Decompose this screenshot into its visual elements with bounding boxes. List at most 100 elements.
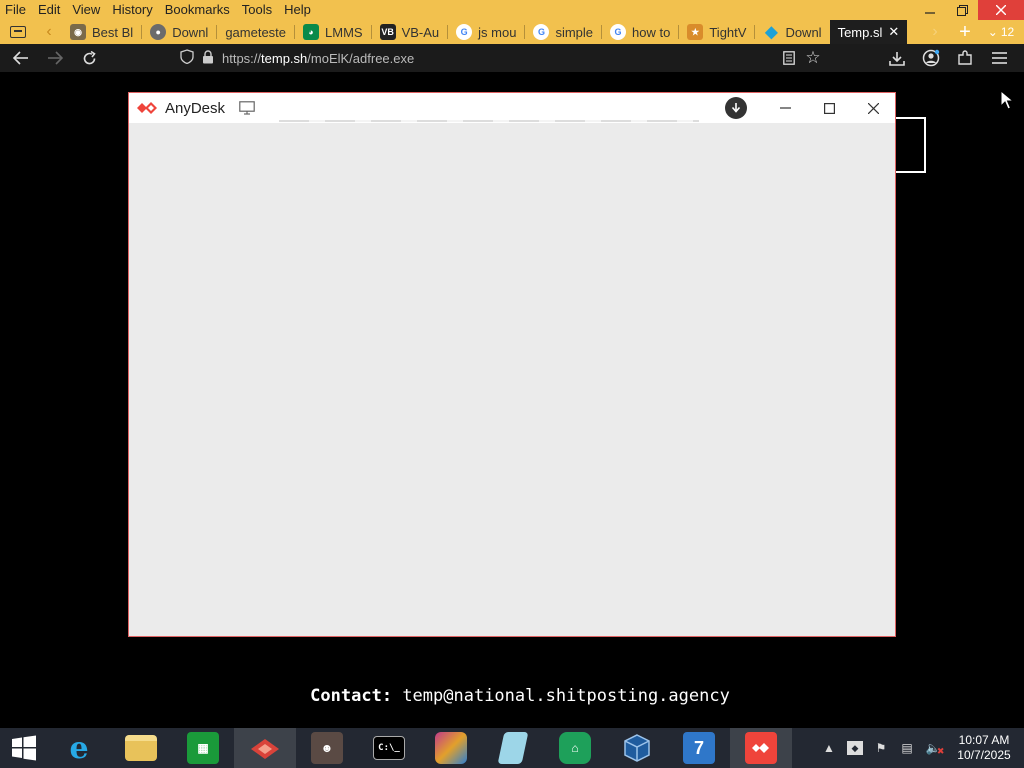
tab-list-button[interactable]: [0, 20, 36, 44]
menu-edit[interactable]: Edit: [32, 0, 66, 20]
tab-count: 12: [1000, 25, 1015, 39]
reload-button[interactable]: [72, 44, 106, 72]
menu-tools[interactable]: Tools: [236, 0, 278, 20]
menu-file[interactable]: File: [0, 0, 32, 20]
tab-item[interactable]: G js mou: [448, 20, 524, 44]
media-icon: ◉: [70, 24, 86, 40]
tab-item[interactable]: ◉ Best Bl: [62, 20, 141, 44]
restore-icon: [956, 4, 968, 16]
restore-button[interactable]: [946, 0, 978, 20]
back-button[interactable]: [4, 44, 38, 72]
lock-icon[interactable]: [202, 49, 214, 67]
tray-flag-button[interactable]: ⚑: [868, 728, 894, 768]
tab-scroll-right-button[interactable]: ›: [922, 20, 948, 44]
anydesk-tray-icon: ◆: [847, 741, 863, 755]
arrow-right-icon: [48, 51, 63, 65]
menu-history[interactable]: History: [106, 0, 158, 20]
taskbar-cmd[interactable]: C:\_: [358, 728, 420, 768]
tab-bar: ‹ ◉ Best Bl ● Downl gameteste ◕ LMMS VB …: [0, 20, 1024, 44]
extensions-button[interactable]: [948, 44, 982, 72]
chevron-left-icon: ‹: [46, 23, 52, 40]
tab-item[interactable]: G how to: [602, 20, 678, 44]
anydesk-minimize-button[interactable]: [763, 93, 807, 123]
taskbar-red-app[interactable]: [234, 728, 296, 768]
tray-network-button[interactable]: ▤: [894, 728, 920, 768]
taskbar-anydesk[interactable]: [730, 728, 792, 768]
close-icon[interactable]: ✕: [888, 24, 899, 40]
arrow-down-icon: [731, 102, 741, 113]
tab-item[interactable]: ◕ LMMS: [295, 20, 371, 44]
bookmark-star-button[interactable]: ☆: [796, 44, 830, 72]
taskbar-virtualbox[interactable]: [606, 728, 668, 768]
downloads-button[interactable]: [880, 44, 914, 72]
tray-volume-button[interactable]: 🔈 ✖: [920, 728, 946, 768]
anydesk-download-button[interactable]: [725, 97, 747, 119]
account-button[interactable]: [914, 44, 948, 72]
flag-icon: ⚑: [875, 741, 887, 755]
tab-label: simple: [555, 24, 594, 40]
all-tabs-button[interactable]: ⌄ 12: [978, 20, 1024, 44]
contact-label: Contact:: [310, 686, 393, 706]
shield-icon[interactable]: [180, 49, 194, 67]
url-bar[interactable]: https://temp.sh/moElK/adfree.exe: [180, 44, 820, 72]
taskbar-file-explorer[interactable]: [110, 728, 172, 768]
anydesk-loading-bar: [279, 120, 699, 122]
forward-button[interactable]: [38, 44, 72, 72]
taskbar-sheep[interactable]: ⌂: [544, 728, 606, 768]
anydesk-title: AnyDesk: [165, 99, 226, 117]
app-menu-button[interactable]: [982, 44, 1016, 72]
monitor-icon[interactable]: [239, 101, 255, 115]
tab-item[interactable]: VB VB-Au: [372, 20, 448, 44]
contact-email[interactable]: temp@national.shitposting.agency: [402, 686, 730, 706]
tightvnc-icon: ★: [687, 24, 704, 40]
taskbar-person-app[interactable]: ☻: [296, 728, 358, 768]
headphones-icon: ◕: [303, 24, 320, 40]
anydesk-maximize-button[interactable]: [807, 93, 851, 123]
tab-item[interactable]: ● Downl: [142, 20, 216, 44]
taskbar-winrar[interactable]: [420, 728, 482, 768]
anydesk-window[interactable]: AnyDesk: [128, 92, 896, 637]
tab-scroll-left-button[interactable]: ‹: [36, 20, 62, 44]
tray-anydesk-button[interactable]: ◆: [842, 728, 868, 768]
tab-list-icon: [10, 26, 26, 38]
internet-explorer-icon: e: [69, 730, 89, 766]
tab-label: Best Bl: [92, 24, 134, 40]
close-window-button[interactable]: [978, 0, 1024, 20]
tab-item-active[interactable]: Temp.sl ✕: [829, 20, 908, 44]
tab-item[interactable]: G simple: [525, 20, 601, 44]
start-button[interactable]: [0, 728, 48, 768]
minimize-button[interactable]: [914, 0, 946, 20]
tray-overflow-button[interactable]: ▲: [816, 728, 842, 768]
tab-item[interactable]: gameteste: [217, 20, 294, 44]
minimize-icon: [779, 107, 791, 109]
tab-item[interactable]: ★ TightV: [679, 20, 754, 44]
tab-item[interactable]: ◆ Downl: [755, 20, 829, 44]
winrar-icon: [435, 732, 467, 764]
menu-help[interactable]: Help: [278, 0, 317, 20]
anydesk-close-button[interactable]: [851, 93, 895, 123]
tab-label: gameteste: [225, 24, 287, 40]
taskbar-ie[interactable]: e: [48, 728, 110, 768]
taskbar-seven-app[interactable]: 7: [668, 728, 730, 768]
tab-strip: ◉ Best Bl ● Downl gameteste ◕ LMMS VB VB…: [62, 20, 922, 44]
anydesk-titlebar[interactable]: AnyDesk: [129, 93, 895, 123]
notepad-icon: [497, 732, 529, 764]
taskbar: e ▦ ☻ C:\_ ⌂ 7 ▲ ◆ ⚑ ▤ 🔈 ✖ 10:07 AM 10/7…: [0, 728, 1024, 768]
close-icon: [996, 5, 1006, 15]
tab-label: Temp.sl: [837, 24, 883, 40]
new-tab-button[interactable]: +: [952, 20, 978, 44]
puzzle-icon: [958, 50, 972, 65]
menu-bookmarks[interactable]: Bookmarks: [159, 0, 236, 20]
browser-menubar: File Edit View History Bookmarks Tools H…: [0, 0, 1024, 20]
taskbar-notepad[interactable]: [482, 728, 544, 768]
menu-view[interactable]: View: [66, 0, 106, 20]
clock-date: 10/7/2025: [957, 748, 1011, 762]
chevron-down-icon: ⌄: [987, 25, 998, 39]
account-icon: [922, 49, 940, 67]
taskbar-clock[interactable]: 10:07 AM 10/7/2025: [952, 733, 1016, 763]
taskbar-store[interactable]: ▦: [172, 728, 234, 768]
anydesk-logo-icon: [135, 98, 161, 118]
page-content: AnyDesk Contact: temp@national.shitposti…: [0, 72, 1024, 728]
tab-label: Downl: [785, 24, 822, 40]
plus-icon: +: [959, 20, 971, 43]
